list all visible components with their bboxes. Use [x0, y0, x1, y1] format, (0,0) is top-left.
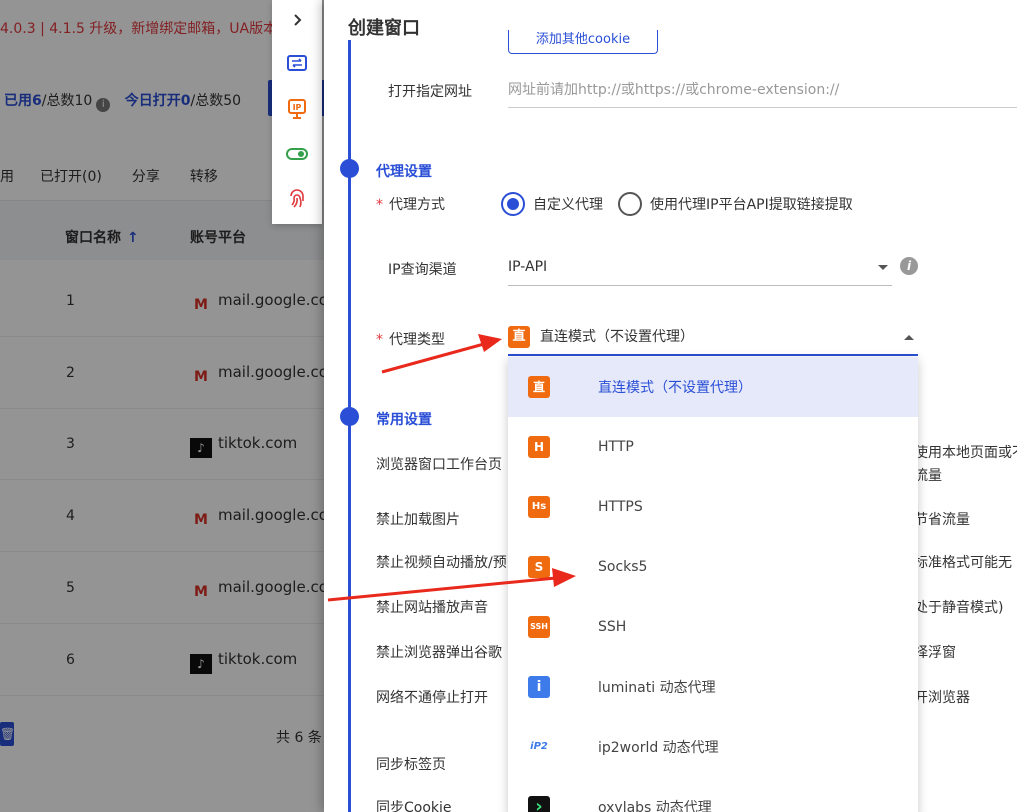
dropdown-item-label: luminati 动态代理 — [598, 680, 716, 696]
radio-api-proxy-label: 使用代理IP平台API提取链接提取 — [650, 197, 853, 213]
dropdown-item-label: SSH — [598, 619, 627, 635]
proxy-type-select[interactable]: 直直连模式（不设置代理） — [508, 322, 918, 356]
drawer-title: 创建窗口 — [348, 18, 420, 39]
dropdown-item-label: HTTP — [598, 439, 634, 455]
open-url-label: 打开指定网址 — [388, 84, 472, 100]
dropdown-item-https[interactable]: Hs HTTPS — [508, 477, 918, 537]
radio-custom-proxy[interactable]: 自定义代理 — [501, 192, 603, 216]
side-icon-strip: IP — [272, 0, 322, 224]
dropdown-item-socks5[interactable]: S Socks5 — [508, 537, 918, 597]
ip-channel-label: IP查询渠道 — [388, 262, 457, 278]
radio-unchecked-icon — [618, 192, 642, 216]
ip2world-icon: iP2 — [530, 741, 548, 752]
http-icon: H — [528, 436, 550, 458]
radio-custom-proxy-label: 自定义代理 — [533, 197, 603, 213]
socks5-icon: S — [528, 556, 550, 578]
option-mute-sites: 禁止网站播放声音 — [376, 600, 488, 616]
step-timeline — [348, 40, 351, 812]
ip-channel-select[interactable]: IP-API — [508, 252, 892, 286]
radio-api-proxy[interactable]: 使用代理IP平台API提取链接提取 — [618, 192, 853, 216]
fingerprint-icon[interactable] — [286, 188, 308, 210]
oxylabs-icon: › — [528, 796, 550, 812]
proxy-type-label: * 代理类型 — [376, 332, 445, 348]
proxy-type-label-text: 代理类型 — [389, 332, 445, 348]
option-desc-fragment: 择浮窗 — [914, 645, 956, 661]
luminati-icon: i — [528, 676, 550, 698]
dropdown-item-http[interactable]: H HTTP — [508, 417, 918, 477]
chevron-down-icon — [878, 265, 888, 270]
option-block-google-popup: 禁止浏览器弹出谷歌 — [376, 645, 502, 661]
option-desc-fragment: 处于静音模式) — [914, 600, 1004, 616]
add-cookie-button[interactable]: 添加其他cookie — [508, 30, 658, 54]
ip-icon[interactable]: IP — [286, 98, 308, 120]
chevron-up-icon — [904, 335, 914, 340]
direct-mode-icon: 直 — [528, 376, 550, 398]
proxy-method-label: * 代理方式 — [376, 197, 445, 213]
option-block-images: 禁止加载图片 — [376, 512, 460, 528]
radio-checked-icon — [501, 192, 525, 216]
info-icon[interactable]: i — [900, 257, 918, 275]
dropdown-item-label: Socks5 — [598, 559, 648, 575]
option-sync-cookie: 同步Cookie — [376, 800, 452, 812]
option-desc-fragment: 流量 — [914, 468, 942, 484]
dropdown-item-direct[interactable]: 直 直连模式（不设置代理） — [508, 357, 918, 417]
proxy-type-value: 直连模式（不设置代理） — [540, 329, 694, 345]
dropdown-item-label: HTTPS — [598, 499, 643, 515]
toggle-icon[interactable] — [286, 143, 308, 165]
dropdown-item-ssh[interactable]: SSH SSH — [508, 597, 918, 657]
option-stop-on-network-fail: 网络不通停止打开 — [376, 690, 488, 706]
option-desc-fragment: 节省流量 — [914, 512, 970, 528]
dropdown-item-label: ip2world 动态代理 — [598, 740, 719, 756]
switch-window-icon[interactable] — [286, 53, 308, 75]
common-section-title: 常用设置 — [376, 412, 432, 428]
dropdown-item-ip2world[interactable]: iP2 ip2world 动态代理 — [508, 717, 918, 777]
proxy-section-title: 代理设置 — [376, 164, 432, 180]
option-desc-fragment: 开浏览器 — [914, 690, 970, 706]
option-sync-tabs: 同步标签页 — [376, 757, 446, 773]
ssh-icon: SSH — [528, 616, 550, 638]
option-workbench: 浏览器窗口工作台页 — [376, 457, 502, 473]
ip-channel-value: IP-API — [508, 259, 548, 275]
dropdown-item-luminati[interactable]: i luminati 动态代理 — [508, 657, 918, 717]
direct-mode-icon: 直 — [508, 326, 530, 348]
dropdown-item-oxylabs[interactable]: › oxylabs 动态代理 — [508, 777, 918, 812]
open-url-input[interactable]: 网址前请加http://或https://或chrome-extension:/… — [508, 72, 1017, 108]
chevron-right-icon[interactable] — [286, 9, 308, 31]
dropdown-item-label: 直连模式（不设置代理） — [598, 380, 752, 396]
dropdown-item-label: oxylabs 动态代理 — [598, 800, 712, 812]
option-desc-fragment: 标准格式可能无 — [914, 555, 1012, 571]
proxy-method-label-text: 代理方式 — [389, 197, 445, 213]
section-dot — [340, 159, 359, 178]
section-dot — [340, 407, 359, 426]
https-icon: Hs — [528, 496, 550, 518]
option-block-autoplay: 禁止视频自动播放/预 — [376, 555, 507, 571]
svg-text:IP: IP — [293, 103, 302, 112]
proxy-type-dropdown: 直 直连模式（不设置代理） H HTTP Hs HTTPS S Socks5 S… — [508, 357, 918, 812]
option-desc-fragment: 使用本地页面或不 — [914, 445, 1017, 461]
